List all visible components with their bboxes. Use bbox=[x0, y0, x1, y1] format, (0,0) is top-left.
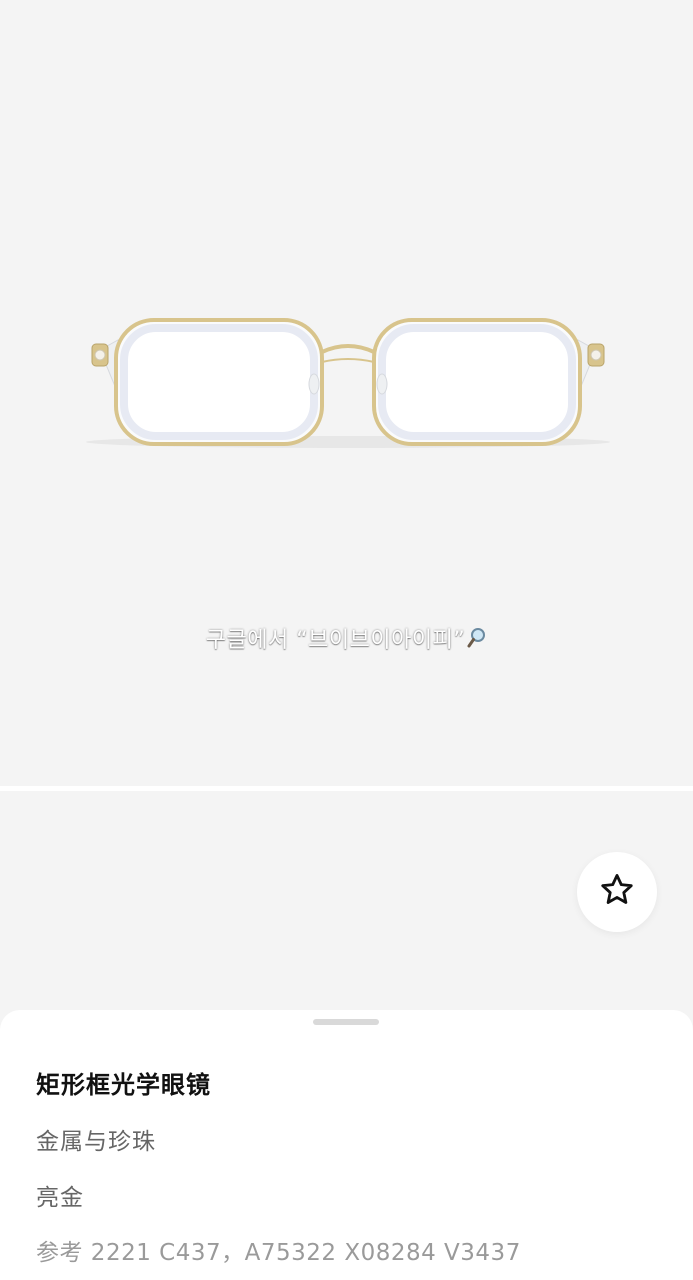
watermark-text: 구글에서 “브이브이아이피” bbox=[0, 622, 693, 655]
glasses-product-image bbox=[86, 318, 610, 448]
product-title: 矩形框光学眼镜 bbox=[36, 1071, 211, 1099]
sheet-drag-handle[interactable] bbox=[313, 1019, 379, 1025]
favorite-button[interactable] bbox=[577, 852, 657, 932]
product-material: 金属与珍珠 bbox=[36, 1129, 156, 1155]
product-reference: 参考 2221 C437，A75322 X08284 V3437 bbox=[36, 1240, 521, 1266]
product-color: 亮金 bbox=[36, 1185, 84, 1211]
star-outline-icon bbox=[598, 871, 636, 913]
magnifier-icon bbox=[467, 627, 487, 655]
product-image-area[interactable]: 구글에서 “브이브이아이피” bbox=[0, 0, 693, 786]
watermark-label: 구글에서 “브이브이아이피” bbox=[205, 628, 466, 653]
product-page: 구글에서 “브이브이아이피” 矩形框光学眼镜 金属与珍珠 亮金 参考 2221 … bbox=[0, 0, 693, 1280]
product-info-sheet[interactable]: 矩形框光学眼镜 金属与珍珠 亮金 参考 2221 C437，A75322 X08… bbox=[0, 1010, 693, 1280]
